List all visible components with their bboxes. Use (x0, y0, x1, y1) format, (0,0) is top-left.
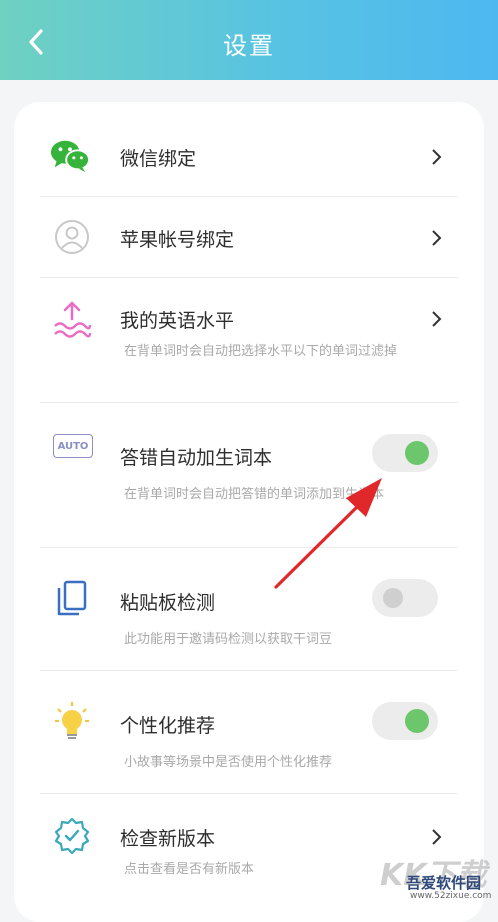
watermark-url: www.52zixue.com (410, 891, 492, 901)
watermark: KK下载 吾爱软件园 www.52zixue.com (370, 850, 498, 905)
watermark-site-name: 吾爱软件园 (406, 874, 482, 892)
annotation-arrow (274, 478, 382, 589)
